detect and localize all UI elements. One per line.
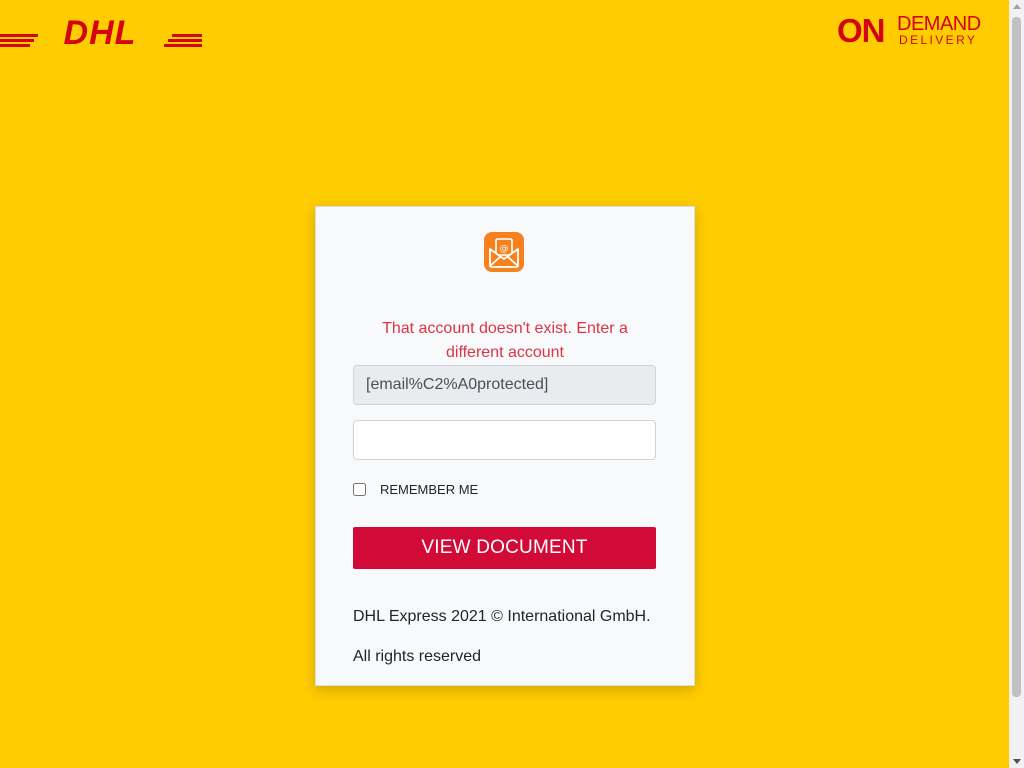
svg-text:@: @ [500,244,509,254]
on-demand-delivery-logo: ON DEMAND DELIVERY [837,12,982,50]
remember-me[interactable]: REMEMBER ME [353,481,478,497]
copyright-text: DHL Express 2021 © International GmbH. [353,608,651,625]
login-card: @ That account doesn't exist. Enter a di… [315,206,695,686]
remember-me-label: REMEMBER ME [380,482,479,497]
password-field[interactable] [353,420,656,460]
svg-text:DHL: DHL [64,16,137,48]
scrollbar-thumb[interactable] [1012,17,1021,697]
logo-demand-text: DEMAND [897,13,981,35]
vertical-scrollbar[interactable] [1009,0,1024,768]
email-field[interactable] [353,365,656,405]
scroll-down-arrow-icon[interactable] [1013,759,1021,764]
rights-reserved-text: All rights reserved [353,648,482,665]
scroll-up-arrow-icon[interactable] [1013,4,1021,9]
logo-delivery-text: DELIVERY [899,33,978,47]
logo-on-text: ON [837,12,885,49]
dhl-logo: DHL [0,16,202,48]
remember-me-checkbox[interactable] [353,482,366,496]
mail-at-icon: @ [484,232,524,272]
page: DHL ON DEMAND DELIVERY @ That account do… [0,0,1009,768]
view-document-button[interactable]: VIEW DOCUMENT [353,527,656,569]
account-error-message: That account doesn't exist. Enter a diff… [382,320,628,361]
